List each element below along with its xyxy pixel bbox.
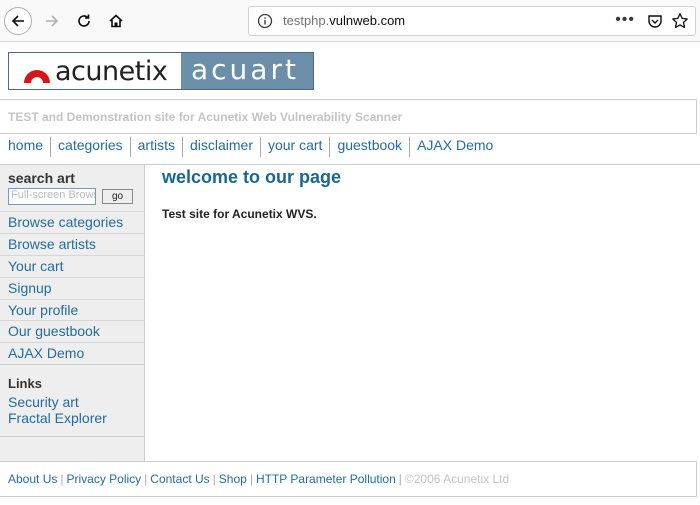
nav-ajax-demo[interactable]: AJAX Demo bbox=[409, 137, 500, 157]
url-text[interactable]: testphp.vulnweb.com bbox=[283, 13, 405, 28]
sidebar-item-ajax-demo[interactable]: AJAX Demo bbox=[0, 342, 145, 364]
arrow-right-icon bbox=[46, 15, 59, 27]
top-nav: home categories artists disclaimer your … bbox=[0, 137, 500, 157]
footer-separator: | bbox=[249, 472, 253, 486]
info-icon[interactable] bbox=[257, 13, 273, 29]
footer-separator: | bbox=[60, 472, 64, 486]
footer-separator: | bbox=[398, 472, 402, 486]
sidebar: search art Full-screen Browsing go Brows… bbox=[0, 165, 145, 461]
sidebar-item-your-cart[interactable]: Your cart bbox=[0, 255, 145, 277]
home-button[interactable] bbox=[102, 7, 130, 35]
footer-copyright: ©2006 Acunetix Ltd bbox=[404, 472, 510, 486]
home-icon bbox=[109, 14, 123, 28]
tagline-bar: TEST and Demonstration site for Acunetix… bbox=[0, 99, 697, 134]
back-button[interactable] bbox=[4, 7, 32, 35]
nav-disclaimer[interactable]: disclaimer bbox=[181, 137, 260, 157]
sidebar-divider bbox=[0, 436, 145, 437]
search-title: search art bbox=[8, 170, 75, 186]
url-prefix: testphp. bbox=[283, 13, 330, 28]
go-button[interactable]: go bbox=[102, 189, 133, 204]
acunetix-logo: acunetix bbox=[9, 53, 181, 89]
footer-privacy-policy[interactable]: Privacy Policy bbox=[66, 472, 141, 486]
footer-links: About Us | Privacy Policy | Contact Us |… bbox=[8, 472, 509, 486]
footer-separator: | bbox=[212, 472, 216, 486]
url-host: vulnweb.com bbox=[329, 13, 406, 28]
sidebar-divider bbox=[0, 364, 145, 365]
sidebar-item-your-profile[interactable]: Your profile bbox=[0, 299, 145, 321]
sidebar-item-browse-artists[interactable]: Browse artists bbox=[0, 233, 145, 255]
footer-separator: | bbox=[144, 472, 148, 486]
footer-contact-us[interactable]: Contact Us bbox=[150, 472, 209, 486]
arrow-left-icon bbox=[11, 15, 24, 27]
forward-button[interactable] bbox=[38, 7, 66, 35]
url-bar[interactable]: testphp.vulnweb.com ••• bbox=[248, 6, 696, 36]
footer: About Us | Privacy Policy | Contact Us |… bbox=[0, 461, 697, 497]
sidebar-item-signup[interactable]: Signup bbox=[0, 277, 145, 299]
acuart-logo: acuart bbox=[181, 53, 313, 89]
pocket-icon[interactable] bbox=[647, 13, 663, 29]
sidebar-item-browse-categories[interactable]: Browse categories bbox=[0, 211, 145, 233]
reload-icon bbox=[78, 14, 90, 27]
sidebar-item-our-guestbook[interactable]: Our guestbook bbox=[0, 320, 145, 342]
site-logo[interactable]: acunetix acuart bbox=[8, 52, 314, 90]
page-actions-menu[interactable]: ••• bbox=[615, 11, 635, 29]
footer-about-us[interactable]: About Us bbox=[8, 472, 57, 486]
footer-http-parameter-pollution[interactable]: HTTP Parameter Pollution bbox=[256, 472, 396, 486]
footer-shop[interactable]: Shop bbox=[219, 472, 247, 486]
reload-button[interactable] bbox=[70, 7, 98, 35]
nav-categories[interactable]: categories bbox=[50, 137, 130, 157]
acunetix-mark-icon bbox=[24, 70, 50, 83]
bookmark-star-icon[interactable] bbox=[671, 12, 689, 30]
nav-your-cart[interactable]: your cart bbox=[259, 137, 329, 157]
nav-guestbook[interactable]: guestbook bbox=[329, 137, 409, 157]
page-title: welcome to our page bbox=[162, 167, 342, 187]
logo-product-text: acuart bbox=[191, 53, 299, 86]
links-title: Links bbox=[8, 376, 42, 391]
nav-artists[interactable]: artists bbox=[129, 137, 182, 157]
link-security-art[interactable]: Security art bbox=[8, 394, 79, 410]
search-input[interactable]: Full-screen Browsing bbox=[8, 188, 96, 205]
site-tagline: TEST and Demonstration site for Acunetix… bbox=[8, 110, 403, 124]
page-text: Test site for Acunetix WVS. bbox=[162, 207, 317, 221]
browser-toolbar: testphp.vulnweb.com ••• bbox=[0, 0, 700, 42]
logo-brand-text: acunetix bbox=[55, 56, 168, 87]
nav-home[interactable]: home bbox=[0, 137, 50, 157]
link-fractal-explorer[interactable]: Fractal Explorer bbox=[8, 410, 107, 426]
